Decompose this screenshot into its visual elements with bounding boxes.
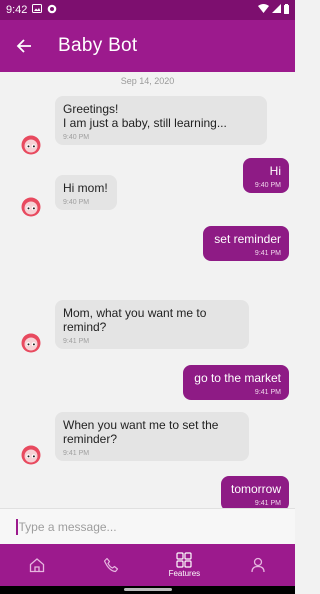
user-message: Hi 9:40 PM	[243, 158, 289, 193]
nav-item-features[interactable]: Features	[148, 544, 222, 586]
user-message: set reminder 9:41 PM	[203, 226, 289, 261]
wifi-icon	[258, 4, 269, 16]
message-time: 9:41 PM	[254, 250, 281, 257]
nav-item-label: Features	[168, 569, 201, 578]
phone-icon	[103, 557, 118, 573]
bot-message: Greetings! I am just a baby, still learn…	[55, 96, 267, 145]
status-time: 9:42	[6, 4, 28, 16]
grid-icon	[176, 552, 192, 568]
message-composer	[0, 508, 295, 544]
message-text: Mom, what you want me to remind?	[63, 306, 207, 334]
nav-item-profile[interactable]	[221, 544, 295, 586]
home-icon	[29, 558, 45, 573]
message-text: go to the market	[194, 371, 281, 385]
system-navigation-bar	[0, 586, 295, 594]
nav-item-home[interactable]	[0, 544, 74, 586]
message-text: When you want me to set the reminder?	[63, 418, 219, 446]
message-text: tomorrow	[230, 482, 281, 496]
page-title: Baby Bot	[58, 35, 138, 56]
chat-thread[interactable]: Sep 14, 2020 Greetings! I am just a baby…	[0, 72, 295, 508]
bot-avatar-icon	[21, 445, 41, 465]
message-time: 9:40 PM	[63, 134, 90, 141]
text-cursor	[16, 518, 18, 535]
message-input[interactable]	[18, 519, 269, 534]
message-text: set reminder	[214, 232, 281, 246]
user-message: tomorrow 9:41 PM	[221, 476, 289, 508]
status-bar: 9:42	[0, 0, 295, 20]
message-time: 9:40 PM	[254, 182, 281, 189]
person-icon	[251, 557, 265, 573]
message-time: 9:41 PM	[63, 338, 90, 345]
message-time: 9:41 PM	[254, 389, 281, 396]
message-time: 9:41 PM	[254, 500, 281, 507]
battery-icon	[284, 3, 289, 17]
bot-message: Hi mom! 9:40 PM	[55, 175, 117, 210]
bot-avatar-icon	[21, 333, 41, 353]
signal-icon	[272, 4, 281, 16]
back-button[interactable]	[12, 34, 36, 58]
message-text: Hi mom!	[63, 181, 108, 195]
sync-notification-icon	[47, 4, 57, 17]
arrow-left-icon	[16, 39, 31, 53]
message-text: Hi	[269, 164, 281, 178]
bot-message: When you want me to set the reminder? 9:…	[55, 412, 249, 461]
nav-item-call[interactable]	[74, 544, 148, 586]
bottom-navigation: Features	[0, 544, 295, 586]
user-message: go to the market 9:41 PM	[183, 365, 289, 400]
date-separator: Sep 14, 2020	[120, 76, 175, 86]
message-time: 9:40 PM	[63, 199, 90, 206]
message-time: 9:41 PM	[63, 450, 90, 457]
bot-avatar-icon	[21, 197, 41, 217]
bot-message: Mom, what you want me to remind? 9:41 PM	[55, 300, 249, 349]
gallery-notification-icon	[32, 4, 43, 16]
app-bar: Baby Bot	[0, 20, 295, 72]
home-gesture-handle[interactable]	[124, 588, 172, 591]
bot-avatar-icon	[21, 135, 41, 155]
message-text: Greetings! I am just a baby, still learn…	[63, 102, 227, 130]
